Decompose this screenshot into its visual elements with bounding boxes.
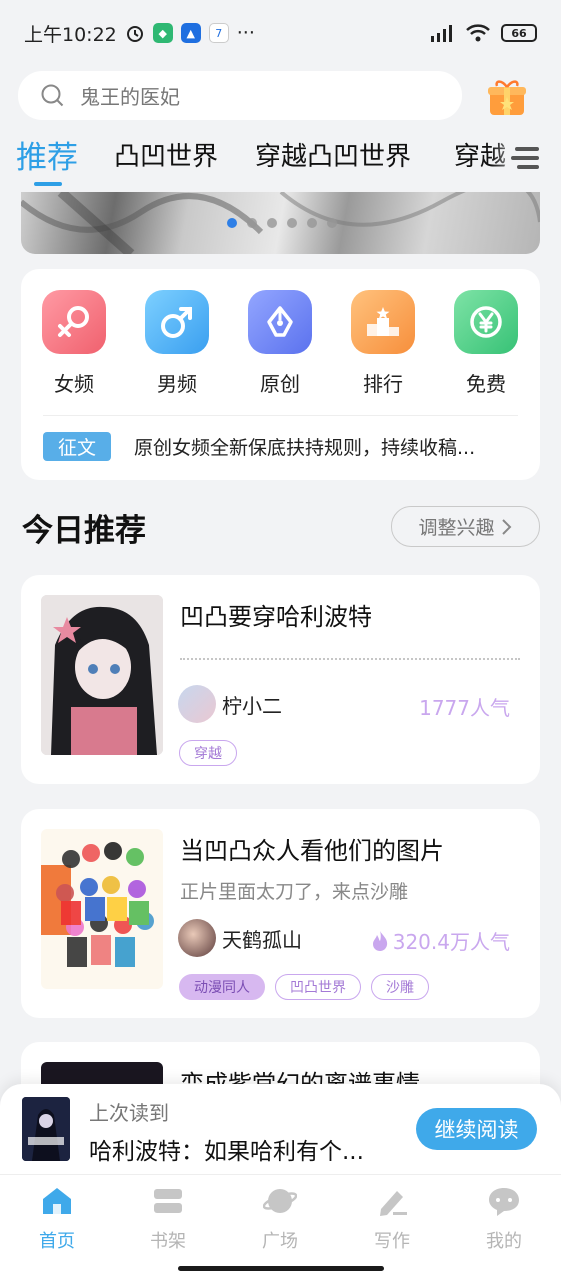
tab-aotu-world[interactable]: 凸凹世界 [114, 136, 218, 173]
home-indicator [178, 1266, 384, 1271]
notice-row[interactable]: 征文 原创女频全新保底扶持规则，持续收稿... [43, 432, 519, 461]
popularity-count: 320.4万人气 [392, 930, 510, 954]
author-name: 天鹤孤山 [222, 927, 302, 952]
nav-bookshelf[interactable]: 书架 [133, 1185, 203, 1253]
banner-dot [227, 218, 237, 228]
section-title: 今日推荐 [22, 513, 146, 549]
signal-icon [431, 25, 452, 42]
category-label: 原创 [260, 372, 300, 396]
banner-dot [247, 218, 257, 228]
write-icon [380, 1191, 407, 1216]
pen-nib-icon [248, 290, 312, 354]
nav-plaza[interactable]: 广场 [245, 1185, 315, 1253]
book-card[interactable]: 凹凸要穿哈利波特 柠小二 1777人气 穿越 [21, 575, 540, 784]
book-cover [41, 595, 163, 755]
category-tabs: 推荐 凸凹世界 穿越凸凹世界 穿越 [0, 132, 561, 188]
yen-icon [454, 290, 518, 354]
book-tag[interactable]: 穿越 [179, 740, 237, 766]
category-label: 男频 [157, 372, 197, 396]
app-notification-icon: ▲ [180, 23, 201, 43]
category-ranking[interactable]: 排行 [351, 290, 415, 397]
last-read-title: 哈利波特：如果哈利有个... [89, 1139, 364, 1165]
popularity: 1777人气 [419, 692, 510, 721]
category-card: 女频 男频 原创 排行 免费 征文 原创女频全新保底扶持规则，持续收稿... [21, 269, 540, 480]
male-icon [145, 290, 209, 354]
planet-icon [262, 1189, 298, 1213]
gift-icon[interactable] [484, 77, 528, 117]
book-cover [41, 829, 163, 989]
banner-dot [307, 218, 317, 228]
book-tags: 穿越 [179, 740, 237, 766]
avatar [178, 685, 216, 723]
author-name: 柠小二 [222, 693, 282, 718]
last-read-label: 上次读到 [89, 1101, 169, 1125]
avatar [178, 919, 216, 957]
search-placeholder: 鬼王的医妃 [80, 85, 180, 109]
battery-icon: 66 [501, 24, 537, 42]
popularity-count: 1777人气 [419, 696, 510, 720]
podium-icon [351, 290, 415, 354]
status-bar: 上午10:22 ◆ ▲ 7 ··· 66 [0, 0, 561, 66]
more-notifications-icon: ··· [236, 22, 255, 44]
book-card[interactable]: 当凹凸众人看他们的图片 正片里面太刀了，来点沙雕 天鹤孤山 320.4万人气 动… [21, 809, 540, 1018]
book-tag[interactable]: 动漫同人 [179, 974, 265, 1000]
book-title: 当凹凸众人看他们的图片 [180, 837, 444, 865]
tab-transmigrate-aotu-world[interactable]: 穿越凸凹世界 [255, 136, 411, 173]
adjust-interest-label: 调整兴趣 [418, 517, 495, 539]
search-icon [41, 84, 64, 106]
banner-carousel[interactable] [21, 192, 540, 254]
continue-reading-bar[interactable]: 上次读到 哈利波特：如果哈利有个... 继续阅读 [0, 1084, 561, 1174]
book-tag[interactable]: 凹凸世界 [275, 974, 361, 1000]
category-label: 女频 [54, 372, 94, 396]
popularity: 320.4万人气 [371, 926, 510, 955]
tab-recommend[interactable]: 推荐 [16, 132, 78, 177]
category-label: 排行 [363, 372, 403, 396]
chat-bubble-icon [489, 1188, 519, 1216]
shield-app-icon: ◆ [152, 23, 173, 43]
wifi-icon [466, 24, 490, 42]
book-author[interactable]: 天鹤孤山 [178, 919, 302, 957]
bottom-nav: 首页 书架 广场 写作 我的 [0, 1174, 561, 1280]
active-tab-indicator [34, 182, 62, 186]
chevron-right-icon [501, 518, 511, 535]
tab-menu-icon[interactable] [511, 146, 541, 170]
flame-icon [372, 930, 387, 951]
notice-tag: 征文 [43, 432, 111, 461]
category-female[interactable]: 女频 [42, 290, 106, 397]
nav-label: 书架 [150, 1231, 186, 1252]
category-original[interactable]: 原创 [248, 290, 312, 397]
book-author[interactable]: 柠小二 [178, 685, 282, 723]
category-male[interactable]: 男频 [145, 290, 209, 397]
continue-reading-button[interactable]: 继续阅读 [416, 1108, 537, 1150]
nav-write[interactable]: 写作 [357, 1185, 427, 1253]
book-tag[interactable]: 沙雕 [371, 974, 429, 1000]
book-tags: 动漫同人 凹凸世界 沙雕 [179, 974, 429, 1000]
banner-pagination [227, 218, 337, 228]
description-placeholder [180, 658, 520, 660]
home-icon [43, 1188, 71, 1214]
number-app-icon: 7 [208, 23, 229, 43]
nav-home[interactable]: 首页 [22, 1185, 92, 1253]
last-read-cover [22, 1097, 70, 1161]
category-label: 免费 [466, 372, 506, 396]
category-free[interactable]: 免费 [454, 290, 518, 397]
divider [43, 415, 518, 416]
notice-text: 原创女频全新保底扶持规则，持续收稿... [134, 437, 476, 459]
nav-label: 广场 [262, 1231, 298, 1252]
alarm-icon [126, 26, 143, 42]
banner-dot [287, 218, 297, 228]
nav-label: 首页 [39, 1231, 75, 1252]
nav-label: 我的 [486, 1231, 522, 1252]
book-description: 正片里面太刀了，来点沙雕 [180, 881, 409, 903]
banner-dot [327, 218, 337, 228]
search-bar[interactable]: 鬼王的医妃 [18, 71, 462, 120]
book-title: 凹凸要穿哈利波特 [180, 603, 372, 631]
nav-label: 写作 [374, 1231, 410, 1252]
bookshelf-icon [154, 1189, 182, 1213]
female-icon [42, 290, 106, 354]
adjust-interest-button[interactable]: 调整兴趣 [391, 506, 540, 547]
nav-mine[interactable]: 我的 [469, 1185, 539, 1253]
banner-dot [267, 218, 277, 228]
status-time: 上午10:22 [24, 23, 117, 46]
